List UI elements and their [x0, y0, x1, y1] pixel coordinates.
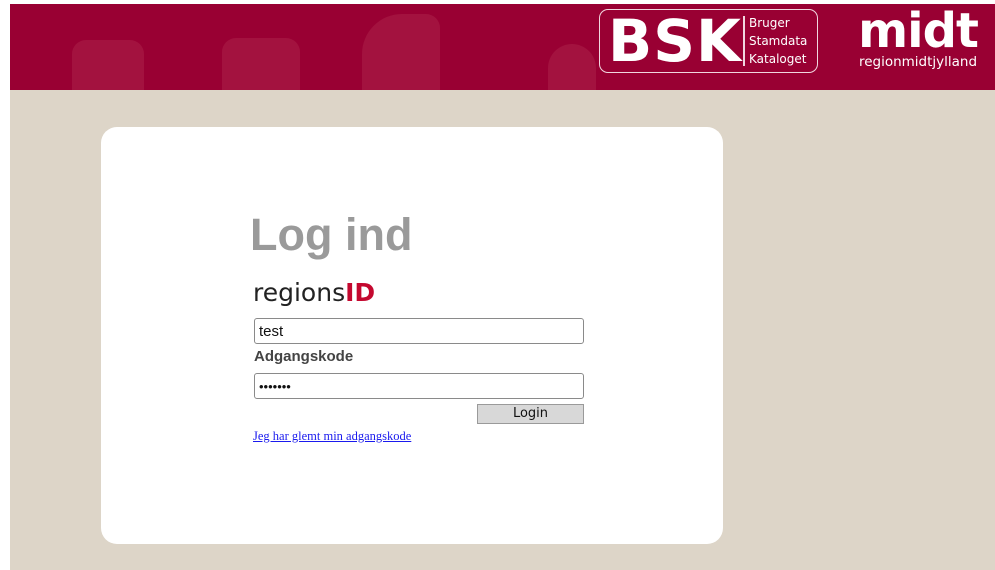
bsk-logo-line3: Kataloget	[749, 52, 807, 66]
regionsid-suffix: ID	[345, 278, 376, 307]
banner-decoration	[222, 38, 300, 90]
region-logo-word: midt	[858, 4, 979, 59]
bsk-logo: BSK Bruger Stamdata Kataloget	[599, 7, 818, 75]
login-card: Log ind regionsID Adgangskode Login Jeg …	[101, 127, 723, 544]
region-midt-logo: midt regionmidtjylland	[848, 4, 988, 70]
header-banner: BSK Bruger Stamdata Kataloget midt regio…	[10, 4, 995, 90]
forgot-password-link[interactable]: Jeg har glemt min adgangskode	[253, 429, 411, 444]
regionsid-prefix: regions	[253, 278, 346, 307]
username-input[interactable]	[254, 318, 584, 344]
region-logo-subtitle: regionmidtjylland	[858, 54, 978, 70]
bsk-logo-line1: Bruger	[749, 16, 790, 30]
login-button[interactable]: Login	[477, 404, 584, 424]
password-label: Adgangskode	[254, 348, 354, 365]
page-background: BSK Bruger Stamdata Kataloget midt regio…	[10, 4, 995, 570]
bsk-logo-text: Bruger Stamdata Kataloget	[749, 14, 807, 68]
bsk-logo-divider	[743, 16, 745, 66]
bsk-logo-line2: Stamdata	[749, 34, 808, 48]
bsk-logo-letters: BSK	[608, 7, 742, 75]
banner-decoration	[548, 44, 596, 90]
banner-decoration	[362, 14, 440, 90]
banner-decoration	[72, 40, 144, 90]
page-title: Log ind	[250, 209, 413, 260]
password-input[interactable]	[254, 373, 584, 399]
regionsid-logo: regionsID	[253, 278, 375, 308]
